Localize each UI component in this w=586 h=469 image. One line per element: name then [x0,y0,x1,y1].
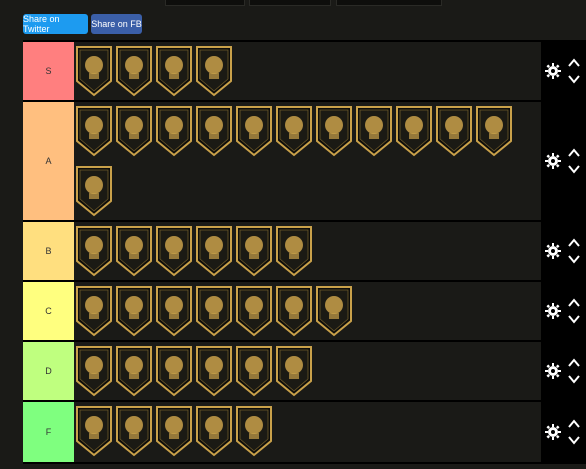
skull-target-icon[interactable] [275,105,313,157]
leaf-icon[interactable] [235,345,273,397]
bodybuilder-icon[interactable] [195,405,233,457]
pogo-stick-icon[interactable] [235,225,273,277]
checkered-flag-icon[interactable] [115,345,153,397]
tier-label[interactable]: C [23,282,74,340]
tier-items [74,222,541,280]
share-twitter-button[interactable]: Share on Twitter [23,14,88,34]
gear-icon[interactable] [545,363,561,379]
coin-icon[interactable] [395,105,433,157]
money-bag-icon[interactable] [315,285,353,337]
fighter-jet-icon[interactable] [195,105,233,157]
chevron-up-icon[interactable] [568,58,580,68]
flaming-ball-icon[interactable] [355,105,393,157]
tier-controls [541,402,586,462]
chevron-down-icon[interactable] [568,254,580,264]
dropdown-stub[interactable] [165,0,245,6]
chevron-down-icon[interactable] [568,374,580,384]
raised-fist-icon[interactable] [75,105,113,157]
basketball-hoop-icon[interactable] [75,45,113,97]
tier-label[interactable]: A [23,102,74,220]
tier-row: S [23,42,586,100]
gear-icon[interactable] [545,153,561,169]
tier-items [74,402,541,462]
tier-controls [541,42,586,100]
tier-row: F [23,402,586,462]
chevron-up-icon[interactable] [568,298,580,308]
chevron-down-icon[interactable] [568,74,580,84]
chevron-down-icon[interactable] [568,164,580,174]
tier-label[interactable]: D [23,342,74,400]
lifter-icon[interactable] [195,45,233,97]
tier-items [74,42,541,100]
share-fb-button[interactable]: Share on FB [91,14,142,34]
player-stance-icon[interactable] [115,285,153,337]
tier-row: A [23,102,586,220]
tier-label[interactable]: B [23,222,74,280]
chevron-down-icon[interactable] [568,314,580,324]
gear-icon[interactable] [545,243,561,259]
chevron-up-icon[interactable] [568,358,580,368]
jumping-player-icon[interactable] [195,285,233,337]
shield-icon[interactable] [155,405,193,457]
tier-row: C [23,282,586,340]
tier-row: B [23,222,586,280]
calendar-one-icon[interactable] [435,105,473,157]
dropdown-stub[interactable] [249,0,331,6]
thinking-head-icon[interactable] [75,165,113,217]
tier-controls [541,102,586,220]
top-bar: Share on Twitter Share on FB [0,0,586,40]
gear-icon[interactable] [545,303,561,319]
road-icon[interactable] [195,225,233,277]
fist-icon[interactable] [155,285,193,337]
hand-icon[interactable] [475,105,513,157]
tier-controls [541,222,586,280]
dropdown-stub[interactable] [336,0,442,6]
tier-label[interactable]: F [23,402,74,462]
tier-controls [541,342,586,400]
stadium-icon[interactable] [155,225,193,277]
dunk-player-icon[interactable] [75,345,113,397]
tier-list-board: S A B C D F [23,40,586,464]
chess-pawn-icon[interactable] [155,105,193,157]
chevron-up-icon[interactable] [568,148,580,158]
slash-icon[interactable] [75,285,113,337]
gear-icon[interactable] [545,63,561,79]
rising-player-icon[interactable] [155,45,193,97]
chain-link-icon[interactable] [275,345,313,397]
wings-icon[interactable] [115,225,153,277]
chevron-up-icon[interactable] [568,419,580,429]
padlock-icon[interactable] [195,345,233,397]
wifi-ball-icon[interactable] [275,225,313,277]
chevron-up-icon[interactable] [568,238,580,248]
player-icon[interactable] [75,225,113,277]
tier-label[interactable]: S [23,42,74,100]
treasure-box-icon[interactable] [115,105,153,157]
tier-items [74,102,541,220]
basket-icon[interactable] [275,285,313,337]
masked-figure-icon[interactable] [235,405,273,457]
tier-row: D [23,342,586,400]
knight-piece-icon[interactable] [235,105,273,157]
gavel-icon[interactable] [155,345,193,397]
volleyball-icon[interactable] [115,405,153,457]
tier-controls [541,282,586,340]
tier-items [74,282,541,340]
shooter-icon[interactable] [75,405,113,457]
brick-wall-icon[interactable] [115,45,153,97]
hammer-icon[interactable] [315,105,353,157]
tier-items [74,342,541,400]
chevron-down-icon[interactable] [568,435,580,445]
mosquito-icon[interactable] [235,285,273,337]
gear-icon[interactable] [545,424,561,440]
